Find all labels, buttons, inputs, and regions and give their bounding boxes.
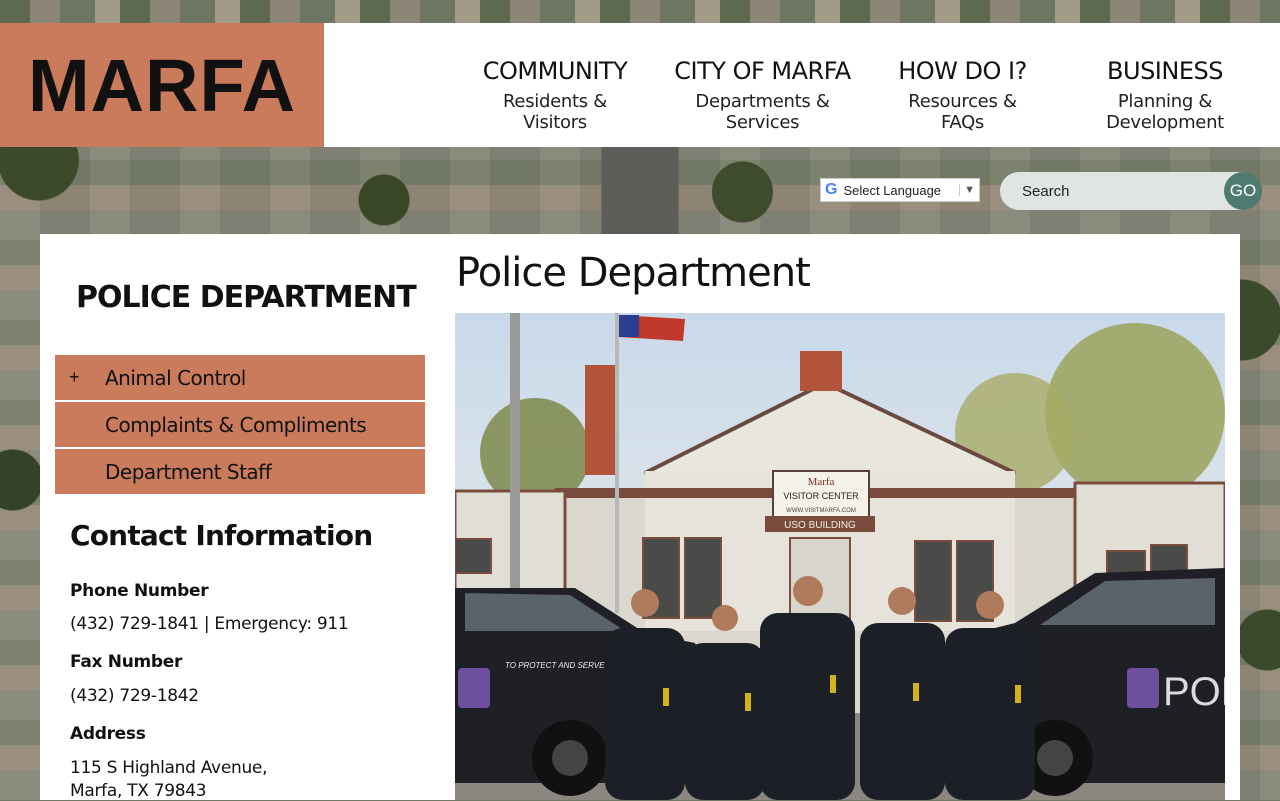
nav-business[interactable]: BUSINESS Planning & Development [1062,23,1268,147]
nav-how-do-i[interactable]: HOW DO I? Resources & FAQs [885,23,1040,147]
sidebar-item-label: Department Staff [105,459,272,484]
page-title: Police Department [456,250,811,296]
nav-title: HOW DO I? [898,57,1027,85]
photo-illustration: Marfa VISITOR CENTER WWW.VISITMARFA.COM … [455,313,1225,800]
nav-city-of-marfa[interactable]: CITY OF MARFA Departments & Services [660,23,865,147]
building-label: USO BUILDING [784,520,856,531]
logo-text: MARFA [27,43,297,127]
car-left-text: TO PROTECT AND SERVE [505,661,605,670]
sidebar-item-department-staff[interactable]: Department Staff [55,449,425,494]
language-select-label: Select Language [843,182,942,198]
language-select[interactable]: G Select Language ▼ [820,178,980,202]
car-right-text: POL [1163,670,1225,714]
sidebar-item-complaints[interactable]: Complaints & Compliments [55,402,425,447]
nav-title: BUSINESS [1107,57,1223,85]
address-label: Address [70,724,146,744]
phone-value: (432) 729-1841 | Emergency: 911 [70,614,349,634]
police-department-photo: Marfa VISITOR CENTER WWW.VISITMARFA.COM … [455,313,1225,800]
address-line-2: Marfa, TX 79843 [70,781,207,801]
sidebar-item-animal-control[interactable]: + Animal Control [55,355,425,400]
contact-heading: Contact Information [70,519,373,552]
sign-line-3: WWW.VISITMARFA.COM [786,508,856,514]
expand-plus-icon[interactable]: + [69,367,80,388]
google-icon: G [825,181,838,198]
nav-subtitle: Planning & Development [1106,91,1224,133]
nav-community[interactable]: COMMUNITY Residents & Visitors [470,23,640,147]
sidebar-item-label: Animal Control [105,365,246,390]
fax-label: Fax Number [70,652,183,672]
site-logo[interactable]: MARFA [0,23,324,147]
nav-subtitle: Departments & Services [695,91,830,133]
fax-value: (432) 729-1842 [70,686,199,706]
site-header: MARFA COMMUNITY Residents & Visitors CIT… [0,23,1280,147]
sign-line-1: Marfa [808,476,835,488]
sign-line-2: VISITOR CENTER [783,491,859,501]
sidebar-item-label: Complaints & Compliments [105,412,367,437]
aerial-top-strip [0,0,1280,24]
chevron-down-icon: ▼ [959,184,979,196]
nav-subtitle: Resources & FAQs [908,91,1017,133]
sidebar-title: POLICE DEPARTMENT [76,280,417,315]
search-go-button[interactable]: GO [1224,172,1262,210]
search-bar: GO [1000,172,1262,210]
nav-title: COMMUNITY [482,57,628,85]
nav-title: CITY OF MARFA [674,57,851,85]
search-input[interactable] [1020,181,1214,201]
address-line-1: 115 S Highland Avenue, [70,758,268,778]
phone-label: Phone Number [70,581,209,601]
nav-subtitle: Residents & Visitors [503,91,607,133]
sidebar-menu: + Animal Control Complaints & Compliment… [55,355,425,496]
